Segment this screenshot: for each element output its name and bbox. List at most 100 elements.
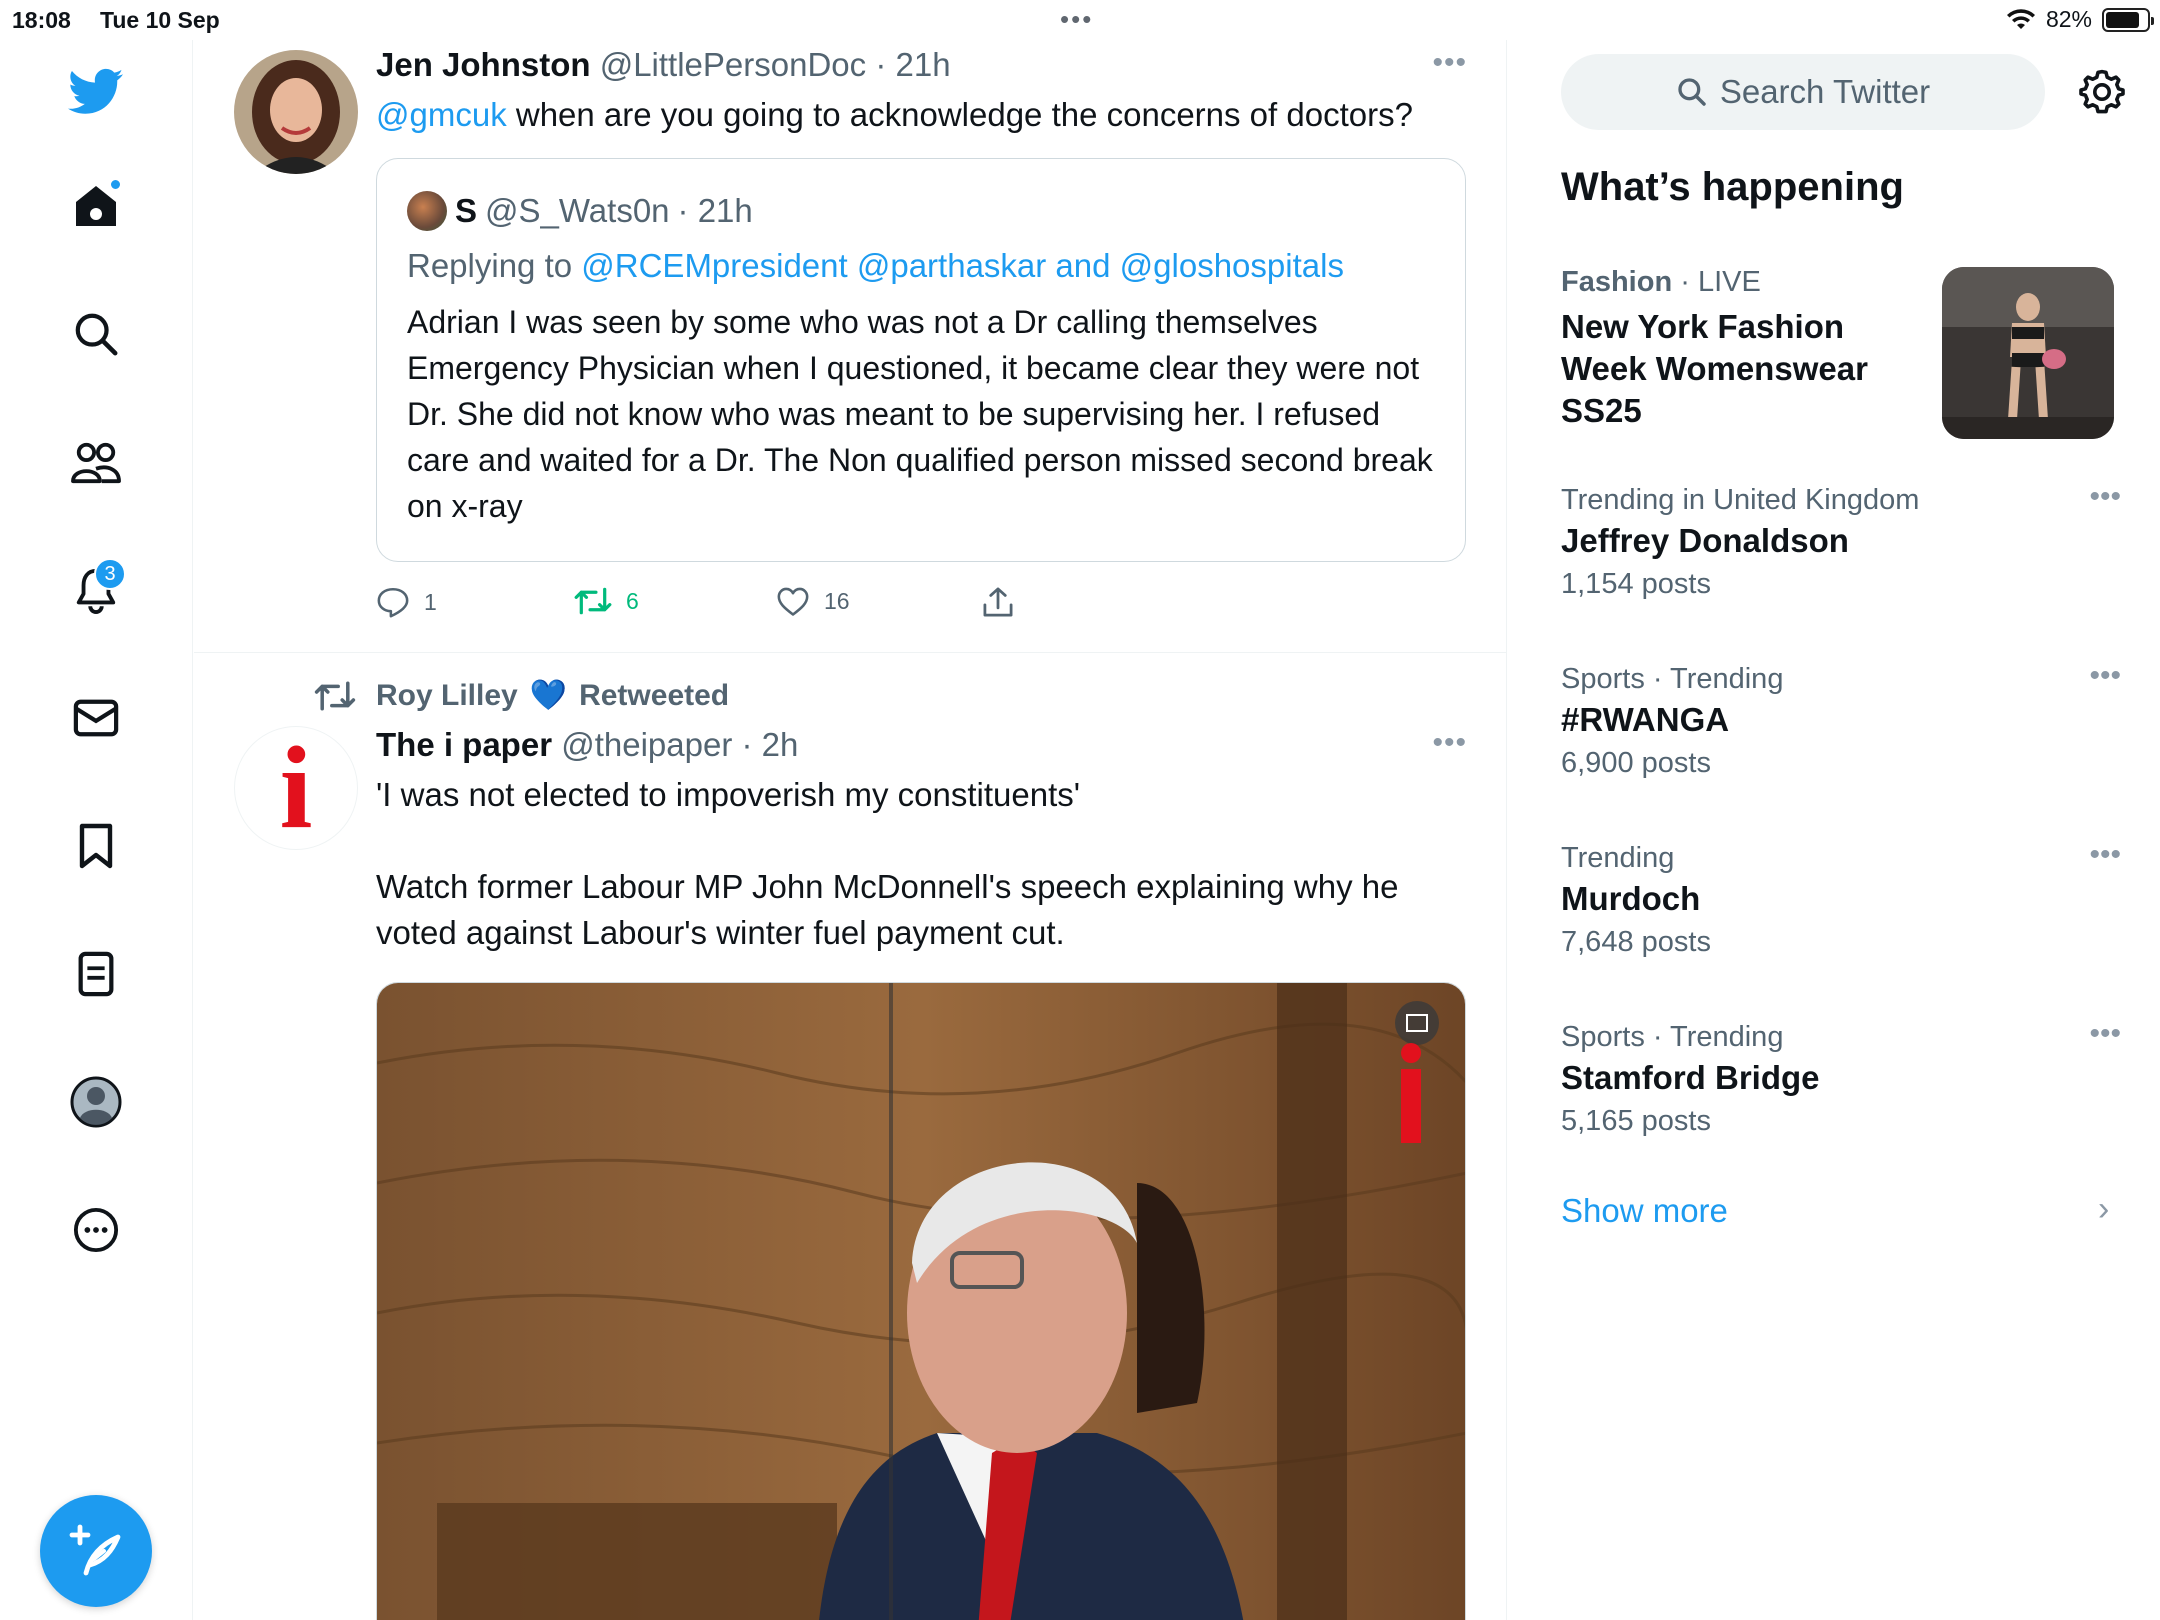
tweet-text: @gmcuk when are you going to acknowledge… <box>376 92 1436 138</box>
video-player[interactable] <box>376 982 1466 1620</box>
trend-count: 6,900 posts <box>1561 747 1711 779</box>
quote-time: · 21h <box>677 192 753 229</box>
tweet-text-line: 'I was not elected to impoverish my cons… <box>376 776 1081 813</box>
status-time: 18:08 <box>12 7 71 33</box>
quote-avatar <box>407 191 447 231</box>
nav-more[interactable] <box>66 1200 126 1260</box>
author-handle[interactable]: @theipaper <box>561 726 732 763</box>
reply-count: 1 <box>424 588 437 615</box>
quote-text: Adrian I was seen by some who was not a … <box>407 304 1433 524</box>
trend-category: Trending in United Kingdom <box>1561 484 1920 516</box>
tweet-text: 'I was not elected to impoverish my cons… <box>376 772 1436 956</box>
nav-notifications[interactable]: 3 <box>66 558 126 620</box>
nav-home[interactable] <box>66 176 126 236</box>
tweet-more-button[interactable]: ••• <box>1432 46 1467 80</box>
nav-lists[interactable] <box>66 944 126 1004</box>
nav-profile[interactable] <box>66 1072 126 1132</box>
settings-button[interactable] <box>2078 68 2126 116</box>
trend-category: Sports · Trending <box>1561 663 1784 695</box>
runway-photo <box>1942 267 2114 439</box>
trend-item[interactable]: Trending Murdoch 7,648 posts ••• <box>1561 838 2121 964</box>
replying-to-prefix: Replying to <box>407 247 582 284</box>
battery-level <box>2106 11 2139 28</box>
twitter-logo[interactable] <box>66 62 126 122</box>
status-bar: 18:08 Tue 10 Sep ••• 82% <box>0 0 2160 40</box>
i-paper-logo: i <box>279 726 313 850</box>
like-count: 16 <box>824 587 850 614</box>
status-date: Tue 10 Sep <box>100 7 220 33</box>
nav-bookmarks[interactable] <box>66 816 126 876</box>
multitasking-dots[interactable]: ••• <box>1060 4 1093 35</box>
tweet-time[interactable]: · 21h <box>875 46 950 83</box>
trend-status: LIVE <box>1697 266 1761 298</box>
trend-more-button[interactable]: ••• <box>2089 659 2121 693</box>
mention-link[interactable]: @gmcuk <box>376 96 507 133</box>
trend-separator: · <box>1672 266 1698 298</box>
user-avatar[interactable] <box>234 50 358 174</box>
mail-icon <box>73 699 119 737</box>
author-handle[interactable]: @LittlePersonDoc <box>600 46 866 83</box>
bookmark-icon <box>79 823 113 869</box>
left-navigation: 3 <box>0 40 193 1620</box>
trend-title: #RWANGA <box>1561 701 1730 738</box>
like-button[interactable]: 16 <box>776 586 850 616</box>
trend-item[interactable]: Sports · Trending Stamford Bridge 5,165 … <box>1561 1017 2121 1143</box>
trend-more-button[interactable]: ••• <box>2089 480 2121 514</box>
compose-tweet-button[interactable] <box>40 1495 152 1607</box>
nav-explore[interactable] <box>66 304 126 364</box>
blue-heart-emoji: 💙 <box>529 679 568 712</box>
retweeter-name[interactable]: Roy Lilley <box>376 679 518 713</box>
retweet-context: Roy Lilley 💙 Retweeted <box>314 678 729 713</box>
trend-title: Murdoch <box>1561 880 1701 917</box>
twitter-bird-icon <box>68 68 124 114</box>
nav-communities[interactable] <box>66 432 126 492</box>
trend-title: New York Fashion Week Womenswear SS25 <box>1561 308 1868 429</box>
share-button[interactable] <box>982 586 1014 618</box>
trend-item[interactable]: Sports · Trending #RWANGA 6,900 posts ••… <box>1561 659 2121 785</box>
retweet-button[interactable]: 6 <box>574 586 639 616</box>
list-icon <box>78 951 114 997</box>
trend-more-button[interactable]: ••• <box>2089 1017 2121 1051</box>
tweet-text-body: when are you going to acknowledge the co… <box>506 96 1413 133</box>
trend-category: Sports · Trending <box>1561 1021 1784 1053</box>
trend-title: Stamford Bridge <box>1561 1059 1820 1096</box>
profile-photo <box>234 50 358 174</box>
trend-category: Trending <box>1561 842 1675 874</box>
share-icon <box>983 587 1013 617</box>
more-icon <box>73 1207 119 1253</box>
compose-icon <box>69 1524 121 1576</box>
search-placeholder[interactable]: Search Twitter <box>1720 73 1930 111</box>
battery-icon <box>2102 7 2154 32</box>
retweet-icon <box>314 680 356 711</box>
tweet-time[interactable]: · 2h <box>742 726 799 763</box>
quoted-tweet[interactable]: S @S_Wats0n · 21h Replying to @RCEMpresi… <box>376 158 1466 562</box>
tweet-more-button[interactable]: ••• <box>1432 726 1467 760</box>
author-name[interactable]: The i paper <box>376 726 552 763</box>
reply-button[interactable]: 1 <box>376 586 437 618</box>
user-avatar[interactable]: i <box>234 726 358 850</box>
video-frame <box>377 983 1465 1620</box>
trend-item[interactable]: Trending in United Kingdom Jeffrey Donal… <box>1561 480 2121 606</box>
show-more-link[interactable]: Show more <box>1561 1192 1728 1230</box>
search-icon <box>75 313 118 356</box>
nav-messages[interactable] <box>66 688 126 748</box>
retweet-count: 6 <box>626 587 639 614</box>
timeline[interactable]: Jen Johnston @LittlePersonDoc · 21h ••• … <box>194 40 1507 1620</box>
trend-count: 5,165 posts <box>1561 1105 1711 1137</box>
chevron-right-icon[interactable]: › <box>2098 1190 2109 1229</box>
avatar-icon <box>70 1076 122 1128</box>
tweet-divider <box>194 652 1506 653</box>
quote-author-handle: @S_Wats0n <box>485 192 670 229</box>
people-icon <box>71 442 121 484</box>
right-sidebar: Search Twitter What’s happening Fashion … <box>1508 40 2160 1620</box>
whats-happening-title: What’s happening <box>1561 165 1904 209</box>
trend-image[interactable] <box>1942 267 2114 439</box>
quote-author-name: S <box>455 192 478 229</box>
search-bar[interactable]: Search Twitter <box>1561 54 2045 130</box>
trend-item[interactable]: Fashion · LIVE New York Fashion Week Wom… <box>1561 262 1931 432</box>
heart-icon <box>777 587 809 616</box>
battery-percent: 82% <box>2045 6 2092 32</box>
author-name[interactable]: Jen Johnston <box>376 46 591 83</box>
replying-to-users[interactable]: @RCEMpresident @parthaskar and @gloshosp… <box>581 247 1344 284</box>
trend-more-button[interactable]: ••• <box>2089 838 2121 872</box>
